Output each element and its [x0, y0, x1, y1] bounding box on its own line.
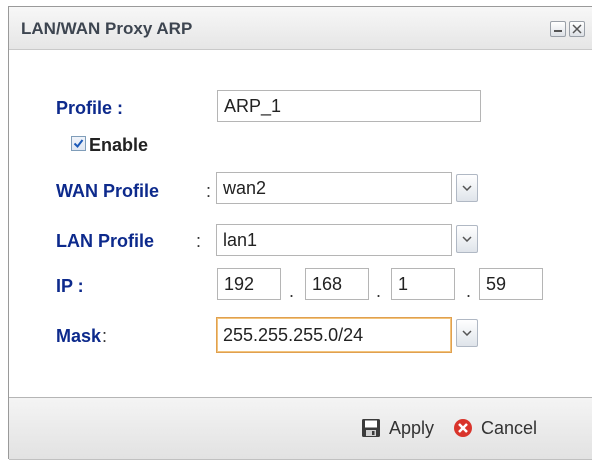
- dialog-title: LAN/WAN Proxy ARP: [21, 19, 193, 38]
- ip-label: IP :: [56, 276, 84, 296]
- close-icon[interactable]: [569, 21, 585, 37]
- dialog-footer: Apply Cancel: [9, 397, 592, 460]
- wan-profile-colon: :: [206, 181, 212, 201]
- save-icon: [362, 419, 380, 437]
- wan-profile-dropdown-icon[interactable]: [456, 174, 478, 202]
- cancel-button[interactable]: Cancel: [453, 414, 537, 442]
- mask-select[interactable]: 255.255.255.0/24: [216, 317, 452, 353]
- lan-profile-dropdown-icon[interactable]: [456, 225, 478, 253]
- wan-profile-label: WAN Profile: [56, 181, 160, 201]
- profile-label: Profile :: [56, 98, 124, 118]
- apply-label: Apply: [389, 417, 435, 438]
- mask-label: Mask: [56, 326, 102, 346]
- ip-dot: .: [466, 281, 472, 301]
- ip-octet-1[interactable]: 192: [217, 268, 281, 300]
- enable-label: Enable: [89, 135, 149, 155]
- mask-dropdown-icon[interactable]: [456, 319, 478, 347]
- lan-profile-select[interactable]: lan1: [216, 224, 452, 256]
- cancel-label: Cancel: [481, 417, 538, 438]
- ip-dot: .: [376, 281, 382, 301]
- ip-octet-4[interactable]: 59: [479, 268, 543, 300]
- proxy-arp-dialog: LAN/WAN Proxy ARP Profile : ARP_1 Enable…: [8, 6, 592, 460]
- ip-dot: .: [289, 281, 295, 301]
- apply-button[interactable]: Apply: [361, 414, 434, 442]
- wan-profile-select[interactable]: wan2: [216, 172, 452, 204]
- minimize-icon[interactable]: [550, 21, 566, 37]
- ip-octet-3[interactable]: 1: [391, 268, 455, 300]
- lan-profile-colon: :: [196, 231, 202, 251]
- enable-checkbox[interactable]: [71, 136, 86, 151]
- ip-octet-2[interactable]: 168: [305, 268, 369, 300]
- cancel-icon: [454, 419, 472, 437]
- lan-profile-label: LAN Profile: [56, 231, 155, 251]
- profile-input[interactable]: ARP_1: [217, 90, 481, 122]
- mask-colon: :: [102, 326, 108, 346]
- dialog-titlebar: LAN/WAN Proxy ARP: [9, 7, 592, 50]
